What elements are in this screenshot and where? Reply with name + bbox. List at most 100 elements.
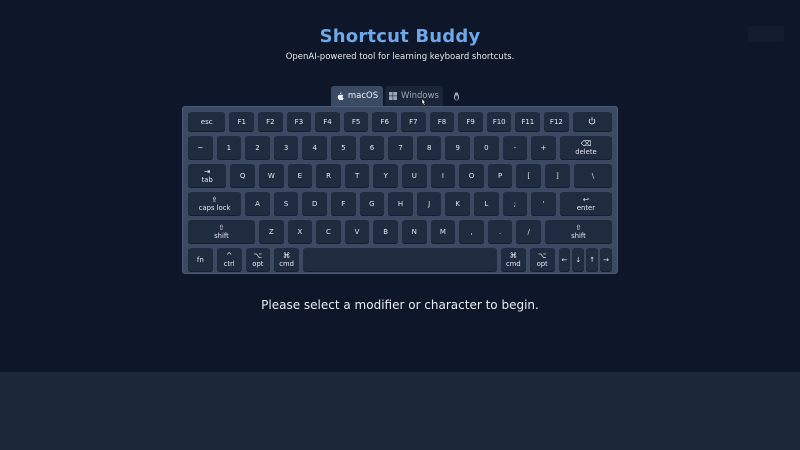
key-cmd-left[interactable]: ⌘ cmd xyxy=(274,248,299,272)
key-6[interactable]: 6 xyxy=(359,136,385,160)
key-i[interactable]: I xyxy=(430,164,456,188)
key-b[interactable]: B xyxy=(373,220,398,244)
key-z[interactable]: Z xyxy=(258,220,284,244)
key-label: Y xyxy=(383,171,388,180)
key-f3[interactable]: F3 xyxy=(286,112,312,132)
key-f12[interactable]: F12 xyxy=(544,112,569,132)
key-p[interactable]: P xyxy=(487,164,513,188)
tab-windows[interactable]: Windows xyxy=(385,86,443,106)
key-f2[interactable]: F2 xyxy=(258,112,283,132)
key-arrow-up[interactable]: ↑ xyxy=(586,248,599,272)
key-comma[interactable]: , xyxy=(459,220,484,244)
key-t[interactable]: T xyxy=(344,164,370,188)
key-3[interactable]: 3 xyxy=(273,136,299,160)
key-f4[interactable]: F4 xyxy=(315,112,340,132)
key-v[interactable]: V xyxy=(344,220,370,244)
key-f10[interactable]: F10 xyxy=(486,112,512,132)
key-9[interactable]: 9 xyxy=(445,136,471,160)
key-g[interactable]: G xyxy=(359,192,385,216)
key-arrow-right[interactable]: → xyxy=(600,248,613,272)
key-label: Z xyxy=(268,227,274,236)
key-label: enter xyxy=(576,204,596,213)
key-bracket-right[interactable]: ] xyxy=(545,164,570,188)
key-label: ; xyxy=(513,199,517,208)
key-tilde[interactable]: ~ xyxy=(188,136,213,160)
key-h[interactable]: H xyxy=(388,192,413,216)
key-x[interactable]: X xyxy=(287,220,313,244)
key-r[interactable]: R xyxy=(316,164,341,188)
arrow-right-icon: → xyxy=(603,255,610,264)
key-shift-right[interactable]: ⇧ shift xyxy=(545,220,612,244)
key-period[interactable]: . xyxy=(487,220,513,244)
tab-macos[interactable]: macOS xyxy=(331,86,383,106)
key-label: F3 xyxy=(294,117,304,126)
key-backslash[interactable]: \ xyxy=(573,164,613,188)
key-f[interactable]: F xyxy=(330,192,356,216)
key-4[interactable]: 4 xyxy=(302,136,328,160)
key-5[interactable]: 5 xyxy=(331,136,356,160)
key-arrow-left[interactable]: ← xyxy=(558,248,571,272)
key-7[interactable]: 7 xyxy=(388,136,413,160)
key-e[interactable]: E xyxy=(287,164,313,188)
key-f7[interactable]: F7 xyxy=(401,112,426,132)
key-f5[interactable]: F5 xyxy=(343,112,369,132)
key-label: caps lock xyxy=(198,204,231,213)
key-label: L xyxy=(484,199,489,208)
key-opt-left[interactable]: ⌥ opt xyxy=(245,248,271,272)
key-label: 7 xyxy=(398,143,403,152)
arrow-left-icon: ← xyxy=(561,255,568,264)
key-d[interactable]: D xyxy=(302,192,327,216)
key-y[interactable]: Y xyxy=(373,164,399,188)
key-0[interactable]: 0 xyxy=(474,136,499,160)
key-power[interactable] xyxy=(572,112,613,132)
key-tab[interactable]: ⇥ tab xyxy=(188,164,227,188)
key-l[interactable]: L xyxy=(474,192,499,216)
key-ctrl[interactable]: ^ ctrl xyxy=(216,248,242,272)
key-f6[interactable]: F6 xyxy=(372,112,398,132)
key-u[interactable]: U xyxy=(402,164,427,188)
key-space[interactable] xyxy=(303,248,498,272)
key-quote[interactable]: ' xyxy=(531,192,556,216)
key-minus[interactable]: - xyxy=(502,136,528,160)
key-a[interactable]: A xyxy=(245,192,270,216)
key-f11[interactable]: F11 xyxy=(515,112,541,132)
key-esc[interactable]: esc xyxy=(188,112,226,132)
key-c[interactable]: C xyxy=(316,220,341,244)
key-m[interactable]: M xyxy=(430,220,456,244)
key-2[interactable]: 2 xyxy=(245,136,270,160)
virtual-keyboard: esc F1 F2 F3 F4 F5 F6 F7 F8 F9 F10 F11 F… xyxy=(182,106,618,274)
key-f9[interactable]: F9 xyxy=(458,112,483,132)
key-plus[interactable]: + xyxy=(531,136,556,160)
key-shift-left[interactable]: ⇧ shift xyxy=(188,220,255,244)
key-j[interactable]: J xyxy=(416,192,442,216)
key-1[interactable]: 1 xyxy=(216,136,242,160)
key-f1[interactable]: F1 xyxy=(229,112,254,132)
key-s[interactable]: S xyxy=(273,192,299,216)
key-w[interactable]: W xyxy=(258,164,284,188)
key-cmd-right[interactable]: ⌘ cmd xyxy=(501,248,526,272)
key-label: - xyxy=(513,143,517,152)
key-arrow-down[interactable]: ↓ xyxy=(572,248,585,272)
shift-icon: ⇧ xyxy=(575,223,582,233)
key-semicolon[interactable]: ; xyxy=(502,192,528,216)
key-enter[interactable]: ↩ enter xyxy=(559,192,613,216)
key-delete[interactable]: ⌫ delete xyxy=(559,136,613,160)
key-bracket-left[interactable]: [ xyxy=(516,164,542,188)
key-q[interactable]: Q xyxy=(230,164,255,188)
key-caps-lock[interactable]: ⇪ caps lock xyxy=(188,192,242,216)
key-fn[interactable]: fn xyxy=(188,248,213,272)
key-n[interactable]: N xyxy=(401,220,427,244)
key-o[interactable]: O xyxy=(459,164,484,188)
key-8[interactable]: 8 xyxy=(416,136,442,160)
shift-icon: ⇧ xyxy=(218,223,225,233)
key-f8[interactable]: F8 xyxy=(429,112,455,132)
key-label: G xyxy=(369,199,375,208)
tab-linux[interactable] xyxy=(445,86,471,106)
key-k[interactable]: K xyxy=(445,192,471,216)
key-opt-right[interactable]: ⌥ opt xyxy=(529,248,555,272)
key-label: ' xyxy=(542,199,545,208)
key-label: shift xyxy=(214,232,229,241)
keyboard-row-bottom: fn ^ ctrl ⌥ opt ⌘ cmd ⌘ cmd ⌥ opt ← ↓ ↑ … xyxy=(188,248,613,272)
delete-icon: ⌫ xyxy=(580,139,592,149)
key-slash[interactable]: / xyxy=(516,220,542,244)
